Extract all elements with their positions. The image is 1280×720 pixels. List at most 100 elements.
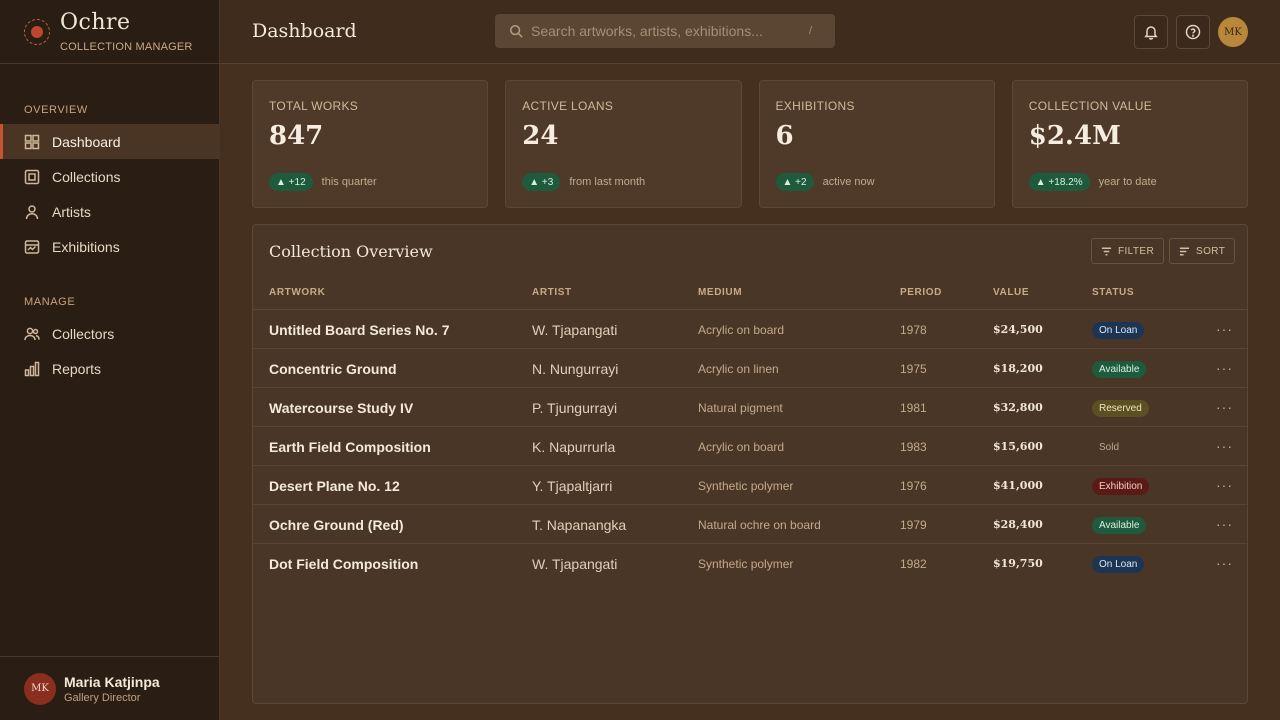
sidebar-item-collectors[interactable]: Collectors	[0, 316, 220, 351]
artist-name: W. Tjapangati	[532, 556, 618, 572]
medium: Synthetic polymer	[698, 557, 794, 571]
artwork-title: Untitled Board Series No. 7	[269, 322, 450, 338]
more-actions-icon[interactable]: ···	[1216, 399, 1233, 415]
medium: Natural ochre on board	[698, 518, 821, 532]
artwork-title: Concentric Ground	[269, 361, 397, 377]
stat-value: 847	[269, 121, 324, 151]
avatar[interactable]: MK	[1218, 17, 1248, 47]
search-icon	[509, 24, 523, 38]
sidebar-item-collections[interactable]: Collections	[0, 159, 220, 194]
period: 1975	[900, 362, 927, 376]
bar-chart-icon	[24, 361, 40, 377]
sidebar: Ochre COLLECTION MANAGER OVERVIEW Dashbo…	[0, 0, 220, 720]
stats-row: TOTAL WORKS 847 ▲ +12 this quarter ACTIV…	[252, 80, 1248, 208]
artwork-title: Ochre Ground (Red)	[269, 517, 404, 533]
value: $24,500	[993, 323, 1043, 336]
status-badge: Reserved	[1092, 400, 1149, 417]
stat-label: ACTIVE LOANS	[522, 99, 614, 113]
column-header-status[interactable]: STATUS	[1092, 287, 1134, 298]
period: 1976	[900, 479, 927, 493]
sidebar-item-label: Collections	[52, 168, 121, 185]
artist-name: N. Nungurrayi	[532, 361, 619, 377]
grid-icon	[24, 134, 40, 150]
collection-overview-panel: Collection Overview FILTER SORT ARTWORK …	[252, 224, 1248, 704]
artwork-title: Watercourse Study IV	[269, 400, 414, 416]
status-badge: Exhibition	[1092, 478, 1150, 495]
column-header-value[interactable]: VALUE	[993, 287, 1029, 298]
more-actions-icon[interactable]: ···	[1216, 516, 1233, 532]
table-row[interactable]: Watercourse Study IV P. Tjungurrayi Natu…	[253, 388, 1247, 427]
panel-title: Collection Overview	[269, 242, 433, 261]
stat-label: TOTAL WORKS	[269, 99, 359, 113]
column-header-period[interactable]: PERIOD	[900, 287, 942, 298]
stat-card-collection-value: COLLECTION VALUE $2.4M ▲ +18.2% year to …	[1011, 80, 1248, 208]
table-row[interactable]: Dot Field Composition W. Tjapangati Synt…	[253, 544, 1247, 583]
medium: Acrylic on linen	[698, 362, 779, 376]
ochre-logo-icon	[24, 18, 50, 45]
stat-value: $2.4M	[1028, 121, 1121, 151]
status-badge: Sold	[1099, 442, 1120, 453]
artwork-title: Earth Field Composition	[269, 439, 431, 455]
value: $18,200	[993, 362, 1043, 375]
value: $28,400	[993, 518, 1043, 531]
trend-badge: ▲ +18.2%	[1028, 173, 1090, 191]
value: $19,750	[993, 557, 1043, 570]
topbar: Dashboard / MK	[220, 0, 1280, 64]
stat-label: COLLECTION VALUE	[1028, 99, 1153, 113]
sidebar-item-reports[interactable]: Reports	[0, 351, 220, 386]
sidebar-item-exhibitions[interactable]: Exhibitions	[0, 229, 220, 264]
column-header-artwork[interactable]: ARTWORK	[269, 287, 325, 298]
stat-card-active-loans: ACTIVE LOANS 24 ▲ +3 from last month	[505, 80, 742, 208]
trend-note: year to date	[1098, 176, 1157, 188]
user-profile[interactable]: MK Maria Katjinpa Gallery Director	[0, 656, 220, 720]
sidebar-item-dashboard[interactable]: Dashboard	[0, 124, 220, 159]
more-actions-icon[interactable]: ···	[1216, 321, 1233, 337]
gallery-icon	[24, 239, 40, 255]
stat-value: 6	[775, 121, 794, 151]
sort-icon	[1179, 247, 1190, 255]
help-button[interactable]	[1176, 15, 1210, 49]
notifications-button[interactable]	[1134, 15, 1168, 49]
table-row[interactable]: Untitled Board Series No. 7 W. Tjapangat…	[253, 310, 1247, 349]
more-actions-icon[interactable]: ···	[1216, 477, 1233, 493]
brand-name: Ochre	[60, 9, 131, 35]
trend-note: from last month	[569, 176, 646, 188]
sort-button[interactable]: SORT	[1169, 238, 1236, 264]
filter-button[interactable]: FILTER	[1091, 238, 1165, 264]
search-input[interactable]	[531, 23, 801, 39]
search-shortcut: /	[809, 25, 813, 37]
nav-section-manage: MANAGE	[24, 296, 76, 308]
more-actions-icon[interactable]: ···	[1216, 555, 1233, 571]
column-header-medium[interactable]: MEDIUM	[698, 287, 742, 298]
artwork-title: Desert Plane No. 12	[269, 478, 400, 494]
period: 1979	[900, 518, 927, 532]
bell-icon	[1144, 26, 1158, 40]
value: $15,600	[993, 440, 1043, 453]
artwork-title: Dot Field Composition	[269, 556, 419, 572]
search-box[interactable]: /	[495, 14, 835, 48]
sidebar-item-artists[interactable]: Artists	[0, 194, 220, 229]
period: 1981	[900, 401, 927, 415]
person-icon	[24, 204, 40, 220]
more-actions-icon[interactable]: ···	[1216, 438, 1233, 454]
column-header-artist[interactable]: ARTIST	[532, 287, 572, 298]
medium: Synthetic polymer	[698, 479, 794, 493]
brand-subtitle: COLLECTION MANAGER	[60, 40, 193, 53]
stat-value: 24	[522, 121, 559, 151]
table-row[interactable]: Desert Plane No. 12 Y. Tjapaltjarri Synt…	[253, 466, 1247, 505]
stat-label: EXHIBITIONS	[775, 99, 855, 113]
nav-section-overview: OVERVIEW	[24, 104, 88, 116]
sort-label: SORT	[1196, 245, 1226, 257]
table-row[interactable]: Ochre Ground (Red) T. Napanangka Natural…	[253, 505, 1247, 544]
frame-icon	[24, 169, 40, 185]
value: $32,800	[993, 401, 1043, 414]
table-row[interactable]: Concentric Ground N. Nungurrayi Acrylic …	[253, 349, 1247, 388]
artist-name: P. Tjungurrayi	[532, 400, 618, 416]
filter-icon	[1101, 247, 1112, 255]
filter-label: FILTER	[1118, 245, 1155, 257]
status-badge: On Loan	[1092, 322, 1145, 339]
table-row[interactable]: Earth Field Composition K. Napurrurla Ac…	[253, 427, 1247, 466]
period: 1978	[900, 323, 927, 337]
more-actions-icon[interactable]: ···	[1216, 360, 1233, 376]
status-badge: Available	[1092, 517, 1147, 534]
